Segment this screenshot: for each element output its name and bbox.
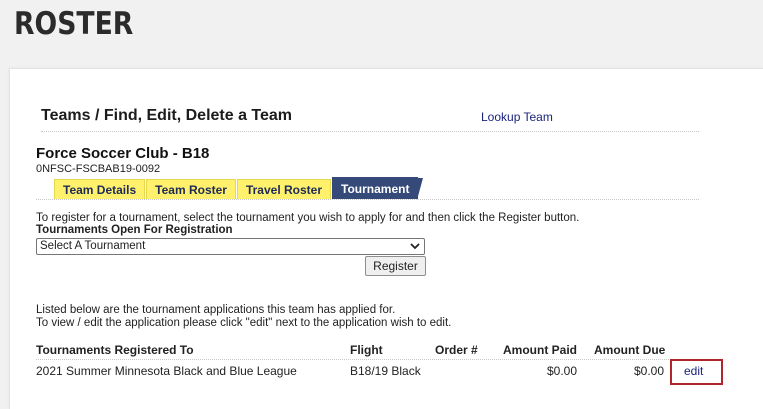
tab-team-roster[interactable]: Team Roster bbox=[146, 179, 236, 199]
divider bbox=[36, 359, 699, 360]
column-header-order: Order # bbox=[435, 343, 478, 357]
row-amount-paid: $0.00 bbox=[546, 364, 577, 378]
register-instructions: To register for a tournament, select the… bbox=[36, 212, 580, 224]
applications-intro-line1: Listed below are the tournament applicat… bbox=[36, 304, 396, 316]
section-heading: Teams / Find, Edit, Delete a Team bbox=[41, 107, 293, 124]
column-header-flight: Flight bbox=[350, 343, 383, 357]
tab-team-details[interactable]: Team Details bbox=[54, 179, 146, 199]
edit-application-link[interactable]: edit bbox=[684, 364, 703, 378]
row-amount-due: $0.00 bbox=[633, 364, 664, 378]
team-tabs: Team Details Team Roster Travel Roster T… bbox=[54, 177, 424, 200]
column-header-amount-paid: Amount Paid bbox=[503, 343, 577, 357]
team-code: 0NFSC-FSCBAB19-0092 bbox=[36, 163, 161, 175]
column-header-amount-due: Amount Due bbox=[594, 343, 666, 357]
tab-tournament[interactable]: Tournament bbox=[332, 177, 424, 200]
applications-intro-line2: To view / edit the application please cl… bbox=[36, 317, 452, 329]
row-tournament: 2021 Summer Minnesota Black and Blue Lea… bbox=[36, 364, 297, 378]
row-flight: B18/19 Black bbox=[350, 364, 421, 378]
page-title: ROSTER bbox=[14, 6, 134, 42]
tournament-select[interactable]: Select A Tournament bbox=[36, 238, 425, 255]
tab-travel-roster[interactable]: Travel Roster bbox=[236, 179, 332, 199]
column-header-tournament: Tournaments Registered To bbox=[36, 343, 194, 357]
lookup-team-link[interactable]: Lookup Team bbox=[481, 110, 553, 124]
content-panel: Teams / Find, Edit, Delete a Team Lookup… bbox=[9, 68, 763, 409]
divider bbox=[36, 199, 699, 200]
divider bbox=[41, 131, 699, 132]
team-name: Force Soccer Club - B18 bbox=[36, 145, 210, 162]
tournament-select-value: Select A Tournament bbox=[40, 240, 146, 252]
open-tournaments-label: Tournaments Open For Registration bbox=[36, 224, 233, 236]
register-button[interactable]: Register bbox=[365, 256, 426, 276]
